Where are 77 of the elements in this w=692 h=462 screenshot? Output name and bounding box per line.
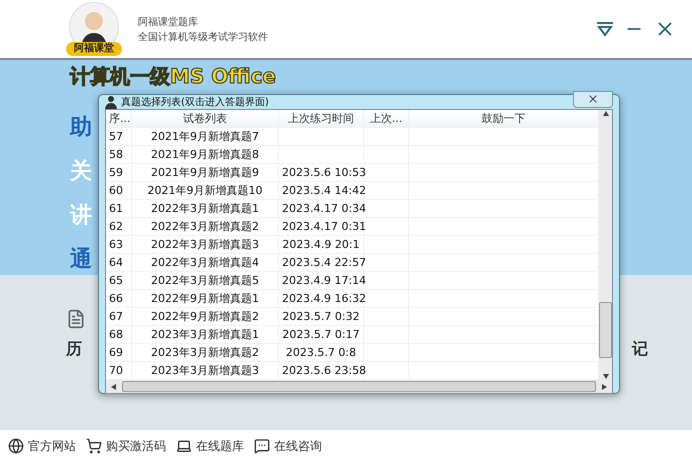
- banner-text: 讲: [70, 202, 92, 230]
- table-cell: 2023.4.9 16:32: [279, 290, 364, 307]
- close-button[interactable]: [573, 90, 613, 108]
- footer-link[interactable]: 官方网站: [8, 438, 76, 454]
- banner-text: 通: [70, 246, 92, 274]
- panel-text: 历: [66, 339, 82, 360]
- table-cell: 2021年9月新增真题7: [132, 128, 279, 145]
- down-arrow-icon[interactable]: [602, 372, 610, 380]
- table-cell: 2021年9月新增真题10: [132, 182, 279, 199]
- table-cell: 70: [106, 362, 132, 379]
- scroll-thumb[interactable]: [599, 302, 612, 358]
- person-icon: [105, 95, 117, 109]
- brand-badge: 阿福课堂: [66, 42, 122, 56]
- table-cell: 2022年3月新增真题5: [132, 272, 279, 289]
- footer-link[interactable]: 在线题库: [176, 438, 244, 454]
- table-cell: 2022年3月新增真题1: [132, 200, 279, 217]
- banner-text: 助: [70, 114, 92, 142]
- left-arrow-icon[interactable]: [110, 382, 118, 390]
- panel-text: 记: [632, 339, 648, 360]
- table-cell: 2023.5.7 0:32: [279, 308, 364, 325]
- laptop-icon: [176, 438, 192, 454]
- table-cell: 2023年3月新增真题3: [132, 362, 279, 379]
- app-name: 阿福课堂题库: [138, 16, 199, 28]
- cart-icon: [86, 438, 102, 454]
- table-cell: 58: [106, 146, 132, 163]
- table-cell: 2022年3月新增真题3: [132, 236, 279, 253]
- up-arrow-icon[interactable]: [602, 110, 610, 118]
- table-cell: 2023.4.9 20:1: [279, 236, 364, 253]
- table-cell: 2021年9月新增真题8: [132, 146, 279, 163]
- table-cell: 2023年3月新增真题2: [132, 344, 279, 361]
- column-header[interactable]: 上次练习时间: [279, 110, 364, 127]
- table-cell: 63: [106, 236, 132, 253]
- table-cell: 2022年9月新增真题1: [132, 290, 279, 307]
- footer-link[interactable]: 在线咨询: [254, 438, 322, 454]
- banner-text: 关: [70, 158, 92, 186]
- table-cell: 67: [106, 308, 132, 325]
- right-arrow-icon[interactable]: [600, 382, 608, 390]
- table-cell: 2023.5.7 0:8: [279, 344, 364, 361]
- table-cell: 2023年3月新增真题1: [132, 326, 279, 343]
- app-subtitle: 全国计算机等级考试学习软件: [138, 30, 268, 44]
- column-header[interactable]: 鼓励一下: [409, 110, 599, 127]
- table-cell: 68: [106, 326, 132, 343]
- table-cell: 2022年3月新增真题4: [132, 254, 279, 271]
- table-cell: 66: [106, 290, 132, 307]
- table-cell: 2023.5.4 22:57: [279, 254, 364, 271]
- banner-title: 计算机一级MS Office: [70, 63, 276, 90]
- table-cell: 2023.5.4 14:42: [279, 182, 364, 199]
- column-header[interactable]: 上次...: [364, 110, 409, 127]
- table-cell: 65: [106, 272, 132, 289]
- table-cell: 2023.5.6 10:53: [279, 164, 364, 181]
- vertical-scrollbar[interactable]: [599, 110, 612, 380]
- column-header[interactable]: 序...: [106, 110, 132, 127]
- table-cell: 60: [106, 182, 132, 199]
- table-cell: 2023.5.7 0:17: [279, 326, 364, 343]
- globe-icon: [8, 438, 24, 454]
- document-icon: [66, 309, 86, 329]
- chat-icon: [254, 438, 270, 454]
- table-cell: 59: [106, 164, 132, 181]
- dialog-title: 真题选择列表(双击进入答题界面): [121, 96, 269, 109]
- table-cell: 69: [106, 344, 132, 361]
- column-header[interactable]: 试卷列表: [132, 110, 279, 127]
- table-cell: 2023.4.17 0:34: [279, 200, 364, 217]
- table-cell: 2023.4.17 0:31: [279, 218, 364, 235]
- close-icon: [587, 93, 599, 105]
- table-cell: 2022年3月新增真题2: [132, 218, 279, 235]
- table-cell: 61: [106, 200, 132, 217]
- table-cell: 2023.5.6 23:58: [279, 362, 364, 379]
- table-cell: 2023.4.9 17:14: [279, 272, 364, 289]
- table-cell: 57: [106, 128, 132, 145]
- scroll-thumb[interactable]: [122, 381, 596, 392]
- horizontal-scrollbar[interactable]: [106, 380, 612, 393]
- table-cell: 62: [106, 218, 132, 235]
- table-cell: 2022年9月新增真题2: [132, 308, 279, 325]
- table-cell: 64: [106, 254, 132, 271]
- table-cell: 2021年9月新增真题9: [132, 164, 279, 181]
- dropdown-menu-icon[interactable]: [596, 21, 614, 37]
- footer-link[interactable]: 购买激活码: [86, 438, 166, 454]
